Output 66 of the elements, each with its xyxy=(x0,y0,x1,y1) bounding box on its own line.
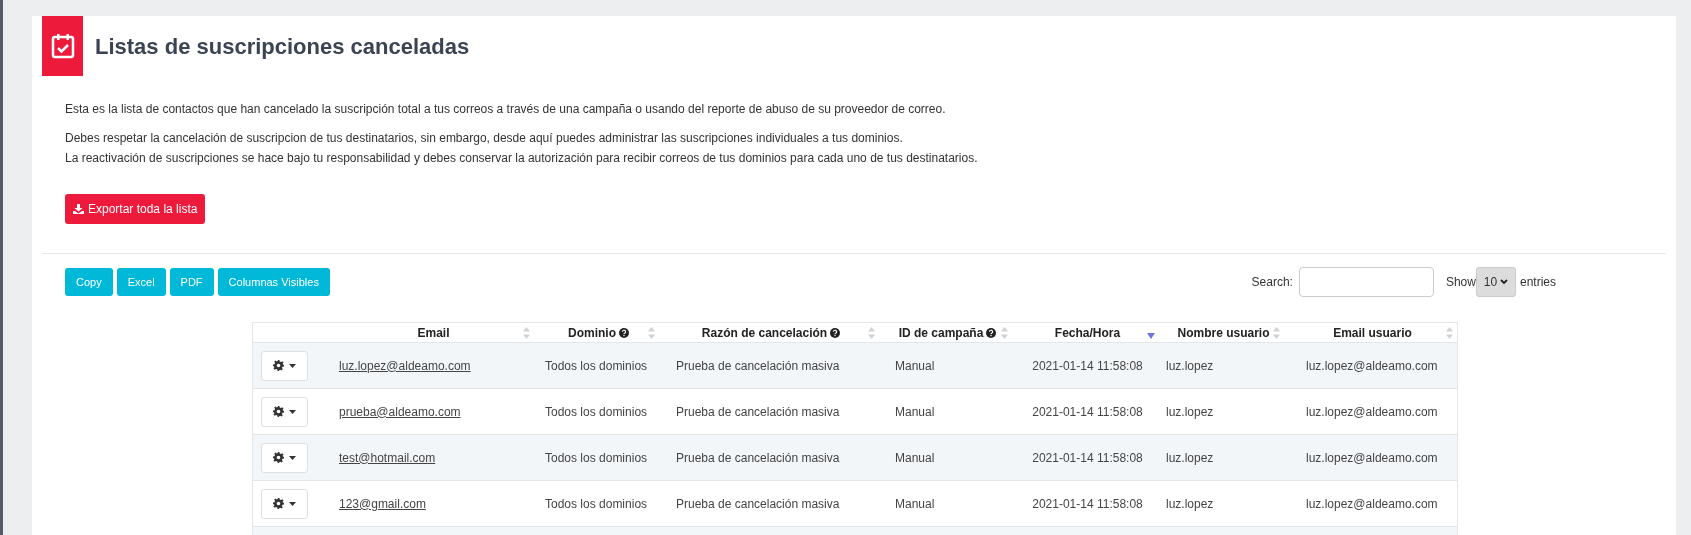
table-cell-text: Manual xyxy=(895,357,935,375)
description-text: Esta es la lista de contactos que han cancelado la suscripción total a tus correos a través de una campaña o usando del reporte de abuso de su proveedor de correo. xyxy=(65,101,947,118)
sort-icon[interactable] xyxy=(523,327,530,339)
table-cell-text: luz.lopez xyxy=(1166,357,1214,375)
table-cell-text: Todos los dominios xyxy=(545,403,648,421)
table-cell-text: Prueba de cancelación masiva xyxy=(676,403,840,421)
table-cell-text: Manual xyxy=(895,449,935,467)
caret-icon xyxy=(289,363,296,368)
gear-icon xyxy=(273,360,284,371)
caret-icon xyxy=(289,409,296,414)
table-cell-text: Manual xyxy=(895,403,935,421)
row-actions-button[interactable] xyxy=(261,488,308,519)
sort-descending-icon[interactable] xyxy=(1147,333,1155,339)
table-cell-text: Todos los dominios xyxy=(545,449,648,467)
table-cell-text: Todos los dominios xyxy=(545,495,648,513)
gear-icon xyxy=(273,452,284,463)
description-text: Debes respetar la cancelación de suscripcion de tus destinatarios, sin embargo, desde aquí puedes administrar las suscripciones individuales a tus dominios. xyxy=(65,130,904,147)
email-link[interactable]: prueba@aldeamo.com xyxy=(339,402,461,421)
caret-icon xyxy=(289,455,296,460)
table-cell-text: luz.lopez@aldeamo.com xyxy=(1306,403,1438,421)
sort-icon[interactable] xyxy=(868,327,875,339)
table-cell-text: luz.lopez xyxy=(1166,495,1214,513)
export-button[interactable]: Exportar toda la lista xyxy=(65,194,206,224)
description-text: La reactivación de suscripciones se hace bajo tu responsabilidad y debes conservar la autorización para recibir correos de tus dominios para cada uno de tus destinatarios. xyxy=(65,150,979,167)
sort-icon[interactable] xyxy=(1273,327,1280,339)
search-field[interactable] xyxy=(1298,267,1434,297)
table-cell-text: Todos los dominios xyxy=(545,357,648,375)
table-cell-text: Prueba de cancelación masiva xyxy=(676,449,840,467)
entries-select[interactable]: 10 xyxy=(1475,267,1516,297)
page-title: Listas de suscripciones canceladas xyxy=(95,32,470,61)
email-link[interactable]: 123@gmail.com xyxy=(339,494,426,513)
column-header[interactable]: Fecha/Hora xyxy=(1054,323,1121,342)
column-header[interactable]: Email xyxy=(417,323,450,342)
search-label: Search: xyxy=(1251,274,1293,291)
table-cell-text: luz.lopez xyxy=(1166,403,1214,421)
table-cell-text: luz.lopez xyxy=(1166,449,1214,467)
column-header[interactable]: Nombre usuario xyxy=(1177,323,1270,342)
table-cell-text: luz.lopez@aldeamo.com xyxy=(1306,357,1438,375)
show-label: Show xyxy=(1445,274,1476,291)
table-cell-text: luz.lopez@aldeamo.com xyxy=(1306,449,1438,467)
email-link[interactable]: luz.lopez@aldeamo.com xyxy=(339,356,471,375)
gear-icon xyxy=(273,498,284,509)
row-actions-button[interactable] xyxy=(261,350,308,381)
table-cell-text: Prueba de cancelación masiva xyxy=(676,495,840,513)
sort-icon[interactable] xyxy=(648,327,655,339)
table-cell-text: Manual xyxy=(895,495,935,513)
column-header[interactable]: Dominio xyxy=(568,323,616,342)
email-link[interactable]: test@hotmail.com xyxy=(339,448,436,467)
sort-icon[interactable] xyxy=(1001,327,1008,339)
table-cell-text: 2021-01-14 11:58:08 xyxy=(1032,357,1143,375)
caret-icon xyxy=(289,501,296,506)
gear-icon xyxy=(273,406,284,417)
table-cell-text: 2021-01-14 11:58:08 xyxy=(1032,449,1143,467)
row-actions-button[interactable] xyxy=(261,396,308,427)
entries-label: entries xyxy=(1519,274,1556,291)
row-actions-button[interactable] xyxy=(261,442,308,473)
chevron-down-icon xyxy=(1500,279,1509,285)
column-header[interactable]: Razón de cancelación xyxy=(701,323,828,342)
sort-icon[interactable] xyxy=(1446,327,1453,339)
table-cell-text: 2021-01-14 11:58:08 xyxy=(1032,495,1143,513)
column-header[interactable]: ID de campaña xyxy=(898,323,984,342)
download-icon xyxy=(73,204,84,214)
column-header[interactable]: Email usuario xyxy=(1333,323,1412,342)
table-cell-text: luz.lopez@aldeamo.com xyxy=(1306,495,1438,513)
table-cell-text: Prueba de cancelación masiva xyxy=(676,357,840,375)
table-cell-text: 2021-01-14 11:58:08 xyxy=(1032,403,1143,421)
